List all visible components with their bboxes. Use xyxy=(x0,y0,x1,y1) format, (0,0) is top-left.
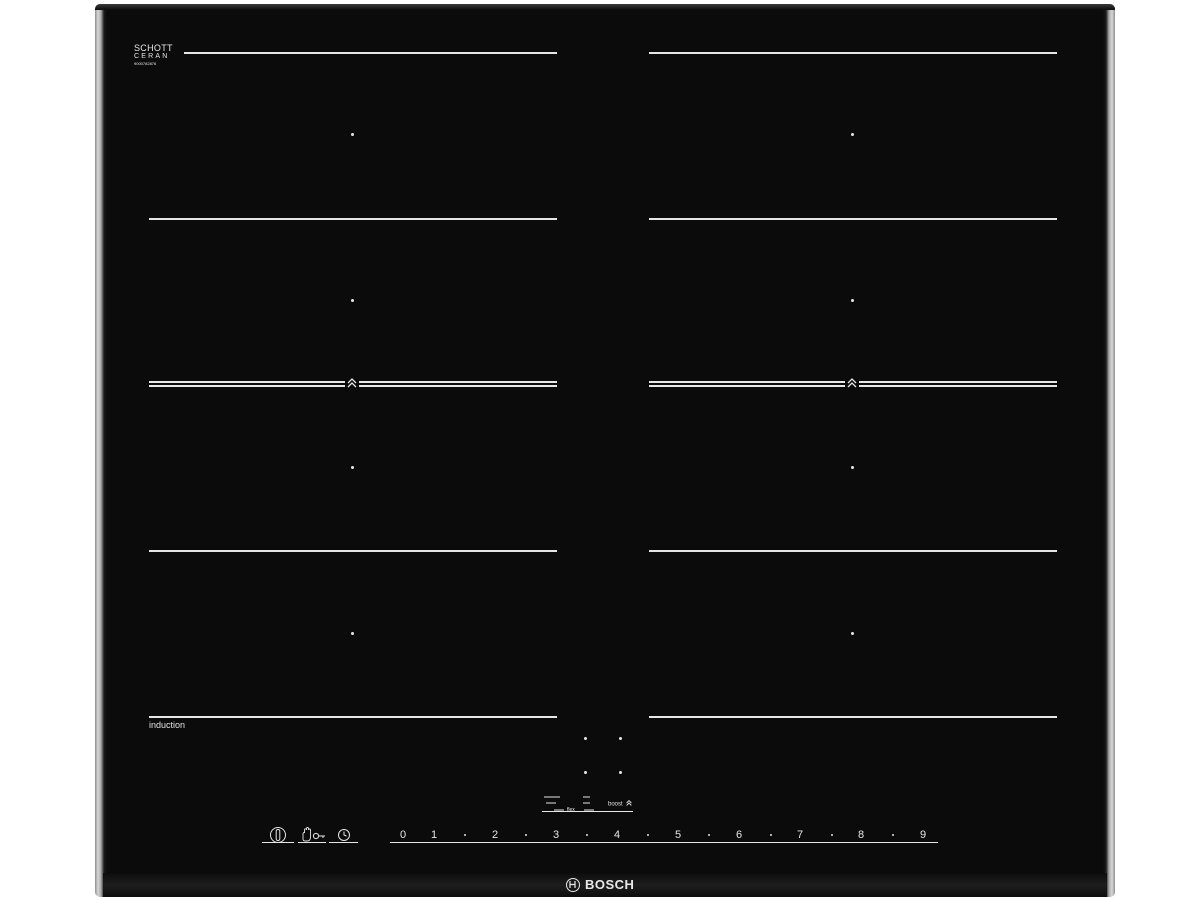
power-level-1[interactable]: 1 xyxy=(424,829,444,842)
zone-select-rear-left[interactable] xyxy=(584,771,587,774)
bosch-logo: BOSCH xyxy=(566,877,634,892)
bosch-armature-icon xyxy=(566,877,580,892)
power-level-0[interactable]: 0 xyxy=(393,829,413,842)
power-level-4[interactable]: 4 xyxy=(607,829,627,842)
cooking-zone-center-dot xyxy=(851,466,854,469)
logo-model-code: 9000782876 xyxy=(134,61,157,66)
power-switch-icon[interactable] xyxy=(269,826,287,849)
power-level-9[interactable]: 9 xyxy=(913,829,933,842)
power-level-7[interactable]: 7 xyxy=(790,829,810,842)
left-zone-bottom-line xyxy=(149,716,557,718)
left-zone-divider-line xyxy=(359,381,557,387)
brand-name: BOSCH xyxy=(585,877,635,892)
right-zone-bottom-line xyxy=(649,716,1057,718)
flex-link-chevron-icon xyxy=(347,378,357,388)
right-zone-line-4 xyxy=(649,550,1057,552)
left-zone-divider-line xyxy=(149,381,345,387)
right-zone-line-2 xyxy=(649,218,1057,220)
logo-line2: CERAN xyxy=(134,53,170,60)
flex-link-chevron-icon xyxy=(847,378,857,388)
power-level-half-step[interactable] xyxy=(831,834,833,836)
logo-line1: SCHOTT xyxy=(134,43,173,53)
right-zone-divider-line xyxy=(859,381,1057,387)
zone-select-front-right[interactable] xyxy=(619,737,622,740)
power-level-half-step[interactable] xyxy=(892,834,894,836)
schott-ceran-logo: SCHOTT CERAN 9000782876 xyxy=(134,44,173,67)
cooking-zone-center-dot xyxy=(851,299,854,302)
power-level-2[interactable]: 2 xyxy=(485,829,505,842)
cooking-zone-center-dot xyxy=(351,133,354,136)
power-level-5[interactable]: 5 xyxy=(668,829,688,842)
child-lock-icon[interactable] xyxy=(300,827,326,848)
timer-clock-icon[interactable] xyxy=(337,828,351,847)
flex-label: flex xyxy=(567,807,575,813)
power-level-8[interactable]: 8 xyxy=(851,829,871,842)
induction-label: induction xyxy=(149,720,186,730)
right-zone-divider-line xyxy=(649,381,845,387)
left-zone-line-4 xyxy=(149,550,557,552)
power-level-half-step[interactable] xyxy=(770,834,772,836)
boost-label: boost xyxy=(608,801,623,808)
cooking-zone-center-dot xyxy=(351,632,354,635)
power-level-half-step[interactable] xyxy=(708,834,710,836)
right-zone-top-line xyxy=(649,52,1057,54)
power-slider-underline xyxy=(390,842,938,843)
left-zone-line-2 xyxy=(149,218,557,220)
power-level-half-step[interactable] xyxy=(647,834,649,836)
cooking-zone-center-dot xyxy=(851,632,854,635)
power-level-3[interactable]: 3 xyxy=(546,829,566,842)
induction-hob xyxy=(95,4,1115,897)
power-level-6[interactable]: 6 xyxy=(729,829,749,842)
cooking-zone-center-dot xyxy=(351,299,354,302)
zone-select-rear-right[interactable] xyxy=(619,771,622,774)
cooking-zone-center-dot xyxy=(351,466,354,469)
power-level-half-step[interactable] xyxy=(586,834,588,836)
left-controls-underline xyxy=(262,842,294,843)
boost-button[interactable]: boost xyxy=(608,799,633,808)
flex-boost-underline xyxy=(542,811,633,812)
left-controls-underline xyxy=(329,842,358,843)
zone-select-front-left[interactable] xyxy=(584,737,587,740)
left-zone-top-line xyxy=(184,52,557,54)
hob-top-frame xyxy=(95,4,1115,10)
power-level-half-step[interactable] xyxy=(464,834,466,836)
boost-chevron-icon xyxy=(626,799,633,808)
power-level-half-step[interactable] xyxy=(525,834,527,836)
cooking-zone-center-dot xyxy=(851,133,854,136)
left-controls-underline xyxy=(298,842,326,843)
